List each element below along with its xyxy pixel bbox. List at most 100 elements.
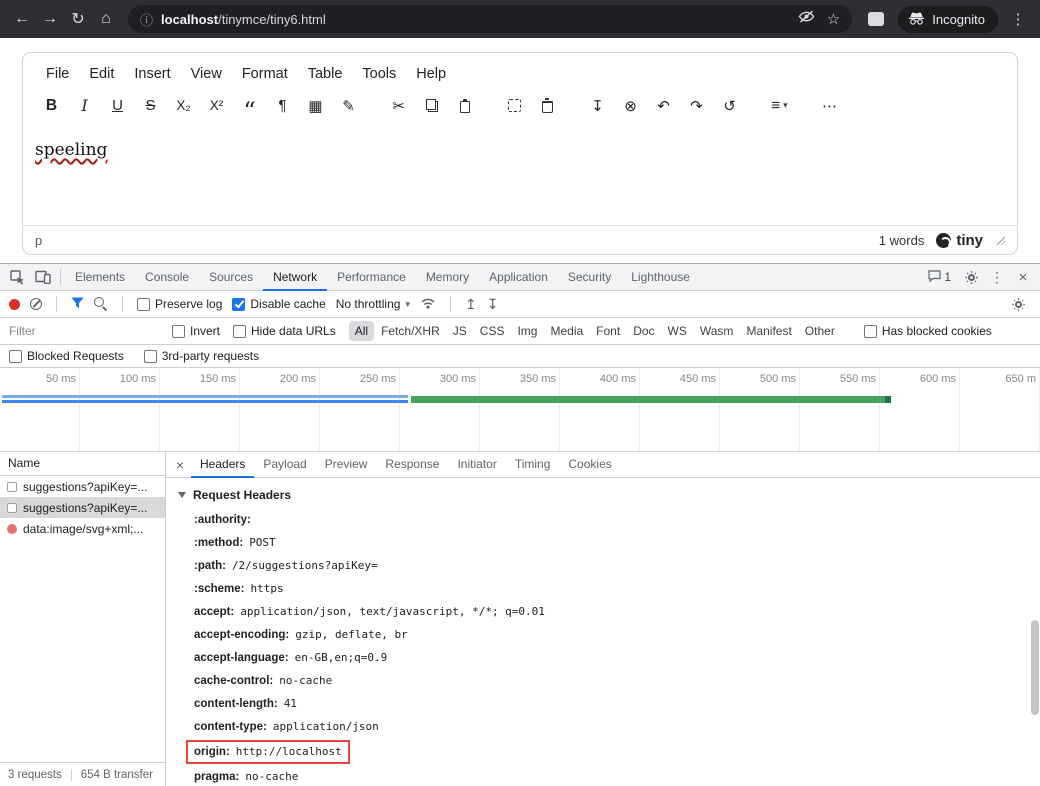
- paste-button[interactable]: [451, 92, 478, 119]
- menu-view[interactable]: View: [182, 61, 231, 87]
- disable-cache-checkbox[interactable]: Disable cache: [232, 297, 325, 311]
- resource-type-filter[interactable]: Fetch/XHR: [375, 321, 446, 341]
- sc rollbar-thumb[interactable]: [1031, 620, 1039, 715]
- element-path[interactable]: p: [35, 233, 42, 248]
- menu-tools[interactable]: Tools: [353, 61, 405, 87]
- import-har-icon[interactable]: ↥: [465, 296, 477, 313]
- request-row[interactable]: suggestions?apiKey=...: [0, 476, 165, 497]
- home-icon[interactable]: ⌂: [92, 5, 120, 33]
- superscript-button[interactable]: X²: [203, 92, 230, 119]
- device-toolbar-icon[interactable]: [30, 264, 56, 290]
- tab-sources[interactable]: Sources: [199, 264, 263, 291]
- eye-off-icon[interactable]: [798, 10, 815, 28]
- preserve-log-checkbox[interactable]: Preserve log: [137, 297, 222, 311]
- detail-tab-preview[interactable]: Preview: [316, 452, 377, 478]
- inspect-element-icon[interactable]: [4, 264, 30, 290]
- tab-security[interactable]: Security: [558, 264, 621, 291]
- format-paragraph-button[interactable]: ¶: [269, 92, 296, 119]
- network-filter-input[interactable]: [9, 324, 159, 338]
- remove-format-button[interactable]: ⊗: [617, 92, 644, 119]
- network-conditions-icon[interactable]: [420, 297, 436, 312]
- resource-type-filter[interactable]: Doc: [627, 321, 660, 341]
- back-icon[interactable]: ←: [8, 5, 36, 33]
- tab-network[interactable]: Network: [263, 264, 327, 291]
- request-row[interactable]: data:image/svg+xml;...: [0, 518, 165, 539]
- resource-type-filter[interactable]: Wasm: [694, 321, 740, 341]
- word-count[interactable]: 1 words: [879, 233, 925, 248]
- resource-type-filter[interactable]: Media: [544, 321, 589, 341]
- insert-image-button[interactable]: ▦: [302, 92, 329, 119]
- clear-network-log-button[interactable]: [30, 298, 42, 310]
- site-info-icon[interactable]: ⓘ: [140, 10, 153, 29]
- tab-performance[interactable]: Performance: [327, 264, 416, 291]
- subscript-button[interactable]: X₂: [170, 92, 197, 119]
- resource-type-filter[interactable]: Font: [590, 321, 626, 341]
- resource-type-filter[interactable]: Img: [511, 321, 543, 341]
- menu-file[interactable]: File: [37, 61, 78, 87]
- search-icon[interactable]: [94, 297, 108, 311]
- detail-tab-cookies[interactable]: Cookies: [559, 452, 620, 478]
- export-har-icon[interactable]: ↧: [487, 296, 499, 313]
- filter-funnel-icon[interactable]: [71, 297, 84, 312]
- address-bar[interactable]: ⓘ localhost/tinymce/tiny6.html ☆: [128, 5, 852, 33]
- record-network-log-button[interactable]: [9, 299, 20, 310]
- restore-draft-button[interactable]: ↺: [716, 92, 743, 119]
- menu-format[interactable]: Format: [233, 61, 297, 87]
- resource-type-filter[interactable]: All: [349, 321, 374, 341]
- resource-type-filter[interactable]: JS: [447, 321, 473, 341]
- menu-help[interactable]: Help: [407, 61, 455, 87]
- invert-checkbox[interactable]: Invert: [172, 324, 220, 338]
- hide-data-urls-checkbox[interactable]: Hide data URLs: [233, 324, 336, 338]
- throttling-select[interactable]: No throttling▾: [336, 297, 410, 311]
- request-headers-section-toggle[interactable]: Request Headers: [178, 484, 1018, 508]
- third-party-requests-checkbox[interactable]: 3rd-party requests: [144, 349, 259, 363]
- italic-button[interactable]: I: [71, 92, 98, 119]
- network-settings-icon[interactable]: [1005, 291, 1031, 317]
- tab-application[interactable]: Application: [479, 264, 558, 291]
- detail-tab-headers[interactable]: Headers: [191, 452, 254, 478]
- details-scrollbar[interactable]: [1029, 479, 1040, 786]
- devtools-settings-icon[interactable]: [958, 264, 984, 290]
- underline-button[interactable]: U: [104, 92, 131, 119]
- bold-button[interactable]: B: [38, 92, 65, 119]
- browser-menu-icon[interactable]: ⋮: [1004, 5, 1032, 33]
- detail-tab-payload[interactable]: Payload: [254, 452, 315, 478]
- request-row[interactable]: suggestions?apiKey=...: [0, 497, 165, 518]
- close-details-icon[interactable]: ×: [169, 452, 191, 478]
- devtools-menu-icon[interactable]: ⋮: [984, 264, 1010, 290]
- copy-button[interactable]: [418, 92, 445, 119]
- select-all-button[interactable]: [501, 92, 528, 119]
- redo-button[interactable]: ↷: [683, 92, 710, 119]
- cut-button[interactable]: ✂: [385, 92, 412, 119]
- forward-icon[interactable]: →: [36, 5, 64, 33]
- bookmark-star-icon[interactable]: ☆: [827, 10, 840, 28]
- has-blocked-cookies-checkbox[interactable]: Has blocked cookies: [864, 324, 992, 338]
- side-panel-icon[interactable]: [868, 12, 884, 26]
- strikethrough-button[interactable]: S: [137, 92, 164, 119]
- editor-content-area[interactable]: speeling: [23, 126, 1017, 225]
- tiny-logo[interactable]: tiny: [936, 232, 983, 249]
- resize-handle-icon[interactable]: [995, 235, 1005, 245]
- reload-icon[interactable]: ↻: [64, 5, 92, 33]
- network-overview-timeline[interactable]: 50 ms100 ms150 ms200 ms250 ms300 ms350 m…: [0, 368, 1040, 452]
- export-button[interactable]: ↧: [584, 92, 611, 119]
- resource-type-filter[interactable]: Manifest: [740, 321, 797, 341]
- delete-button[interactable]: [534, 92, 561, 119]
- console-messages-badge[interactable]: 1: [921, 270, 958, 285]
- name-column-header[interactable]: Name: [0, 452, 165, 476]
- permanent-pen-button[interactable]: ✎: [335, 92, 362, 119]
- tab-memory[interactable]: Memory: [416, 264, 479, 291]
- tab-elements[interactable]: Elements: [65, 264, 135, 291]
- resource-type-filter[interactable]: WS: [662, 321, 693, 341]
- resource-type-filter[interactable]: CSS: [474, 321, 511, 341]
- menu-insert[interactable]: Insert: [125, 61, 179, 87]
- detail-tab-response[interactable]: Response: [376, 452, 448, 478]
- more-options-button[interactable]: ⋯: [816, 92, 843, 119]
- tab-console[interactable]: Console: [135, 264, 199, 291]
- menu-table[interactable]: Table: [299, 61, 352, 87]
- blocked-requests-checkbox[interactable]: Blocked Requests: [9, 349, 124, 363]
- resource-type-filter[interactable]: Other: [799, 321, 841, 341]
- blockquote-button[interactable]: “: [236, 92, 263, 119]
- detail-tab-timing[interactable]: Timing: [506, 452, 560, 478]
- tab-lighthouse[interactable]: Lighthouse: [621, 264, 700, 291]
